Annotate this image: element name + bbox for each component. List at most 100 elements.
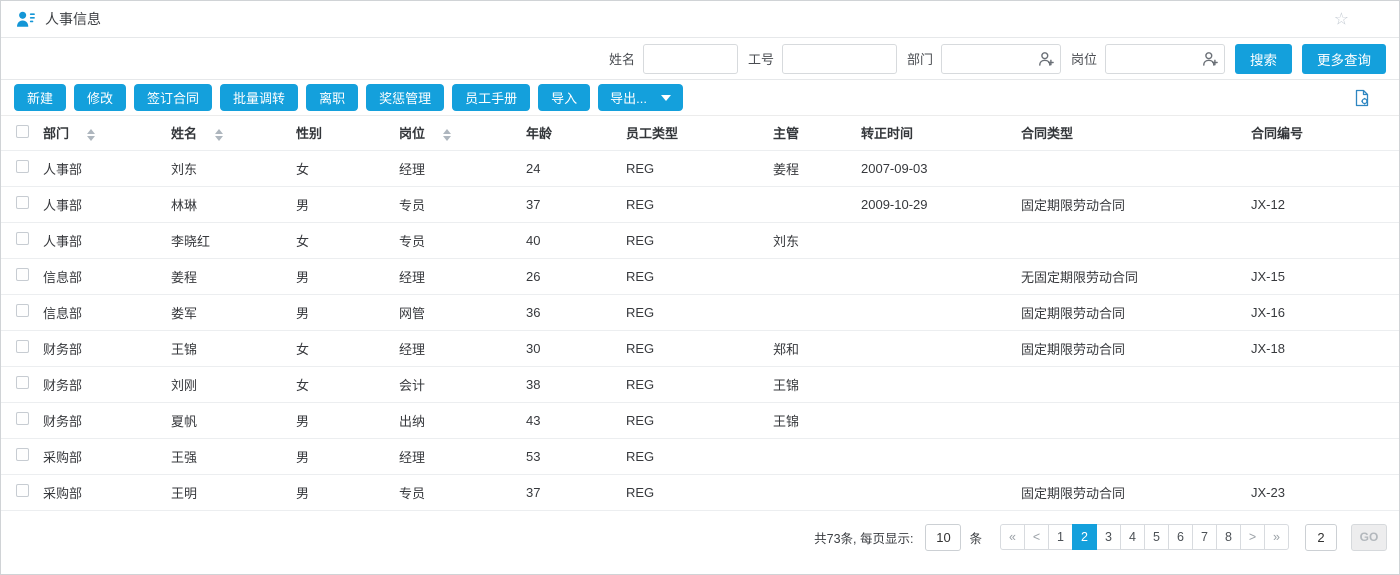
row-checkbox[interactable] xyxy=(16,304,29,317)
person-add-icon[interactable] xyxy=(1038,50,1055,67)
page-button-2[interactable]: 2 xyxy=(1072,524,1097,550)
cell-department: 人事部 xyxy=(43,222,171,258)
sort-icon[interactable] xyxy=(215,129,223,141)
cell-age: 26 xyxy=(526,258,626,294)
first-page-button[interactable]: « xyxy=(1000,524,1025,550)
row-select-cell xyxy=(1,366,43,402)
row-checkbox[interactable] xyxy=(16,484,29,497)
page-button-5[interactable]: 5 xyxy=(1144,524,1169,550)
column-settings-icon[interactable] xyxy=(1352,88,1386,108)
name-input[interactable] xyxy=(643,44,738,74)
cell-gender: 男 xyxy=(296,474,399,510)
col-header-age: 年龄 xyxy=(526,116,626,150)
cell-contract-type xyxy=(1021,438,1251,474)
cell-contract-type xyxy=(1021,150,1251,186)
page-size-input[interactable] xyxy=(925,524,961,551)
row-select-cell xyxy=(1,186,43,222)
row-checkbox[interactable] xyxy=(16,232,29,245)
row-checkbox[interactable] xyxy=(16,196,29,209)
cell-contract-number: JX-18 xyxy=(1251,330,1400,366)
person-add-icon[interactable] xyxy=(1202,50,1219,67)
row-checkbox[interactable] xyxy=(16,376,29,389)
col-header-name[interactable]: 姓名 xyxy=(171,116,296,150)
cell-age: 36 xyxy=(526,294,626,330)
page-button-7[interactable]: 7 xyxy=(1192,524,1217,550)
page-button-1[interactable]: 1 xyxy=(1048,524,1073,550)
cell-gender: 男 xyxy=(296,258,399,294)
row-checkbox[interactable] xyxy=(16,160,29,173)
table-row: 信息部姜程男经理26REG无固定期限劳动合同JX-15 xyxy=(1,258,1400,294)
chevron-down-icon xyxy=(661,95,671,101)
cell-name: 王强 xyxy=(171,438,296,474)
new-button[interactable]: 新建 xyxy=(14,84,66,111)
cell-contract-number xyxy=(1251,150,1400,186)
cell-position: 专员 xyxy=(399,186,526,222)
resign-button[interactable]: 离职 xyxy=(306,84,358,111)
action-toolbar: 新建修改签订合同批量调转离职奖惩管理员工手册导入 导出... xyxy=(1,80,1399,116)
row-checkbox[interactable] xyxy=(16,412,29,425)
cell-supervisor xyxy=(773,258,861,294)
col-header-department[interactable]: 部门 xyxy=(43,116,171,150)
cell-employee-type: REG xyxy=(626,474,773,510)
sort-icon[interactable] xyxy=(87,129,95,141)
cell-employee-type: REG xyxy=(626,402,773,438)
row-select-cell xyxy=(1,258,43,294)
table-row: 信息部娄军男网管36REG固定期限劳动合同JX-16 xyxy=(1,294,1400,330)
reward-punishment-button[interactable]: 奖惩管理 xyxy=(366,84,444,111)
row-checkbox[interactable] xyxy=(16,448,29,461)
page-button-4[interactable]: 4 xyxy=(1120,524,1145,550)
search-button[interactable]: 搜索 xyxy=(1235,44,1292,74)
row-checkbox[interactable] xyxy=(16,340,29,353)
col-label: 性别 xyxy=(296,126,322,141)
sort-icon[interactable] xyxy=(443,129,451,141)
col-header-position[interactable]: 岗位 xyxy=(399,116,526,150)
department-label: 部门 xyxy=(907,49,933,68)
go-button[interactable]: GO xyxy=(1351,524,1387,551)
sign-contract-button[interactable]: 签订合同 xyxy=(134,84,212,111)
page-button-6[interactable]: 6 xyxy=(1168,524,1193,550)
cell-name: 夏帆 xyxy=(171,402,296,438)
export-dropdown-button[interactable]: 导出... xyxy=(598,84,683,111)
cell-department: 采购部 xyxy=(43,438,171,474)
batch-transfer-button[interactable]: 批量调转 xyxy=(220,84,298,111)
cell-department: 采购部 xyxy=(43,474,171,510)
user-list-icon xyxy=(15,9,36,30)
cell-supervisor xyxy=(773,438,861,474)
table-row: 人事部刘东女经理24REG姜程2007-09-03 xyxy=(1,150,1400,186)
col-header-gender: 性别 xyxy=(296,116,399,150)
employee-handbook-button[interactable]: 员工手册 xyxy=(452,84,530,111)
cell-contract-type xyxy=(1021,366,1251,402)
cell-name: 刘刚 xyxy=(171,366,296,402)
employee-id-input[interactable] xyxy=(782,44,897,74)
cell-name: 王明 xyxy=(171,474,296,510)
cell-contract-number: JX-23 xyxy=(1251,474,1400,510)
cell-employee-type: REG xyxy=(626,222,773,258)
cell-department: 财务部 xyxy=(43,330,171,366)
cell-contract-type xyxy=(1021,222,1251,258)
edit-button[interactable]: 修改 xyxy=(74,84,126,111)
page-button-8[interactable]: 8 xyxy=(1216,524,1241,550)
import-button[interactable]: 导入 xyxy=(538,84,590,111)
cell-position: 出纳 xyxy=(399,402,526,438)
col-label: 转正时间 xyxy=(861,126,913,141)
col-label: 年龄 xyxy=(526,126,552,141)
last-page-button[interactable]: » xyxy=(1264,524,1289,550)
col-header-employee-type: 员工类型 xyxy=(626,116,773,150)
page-button-3[interactable]: 3 xyxy=(1096,524,1121,550)
row-select-cell xyxy=(1,438,43,474)
name-label: 姓名 xyxy=(609,49,635,68)
row-checkbox[interactable] xyxy=(16,268,29,281)
cell-employee-type: REG xyxy=(626,150,773,186)
prev-page-button[interactable]: < xyxy=(1024,524,1049,550)
goto-page-input[interactable] xyxy=(1305,524,1337,551)
select-all-checkbox[interactable] xyxy=(16,125,29,138)
favorite-star-icon[interactable]: ☆ xyxy=(1334,11,1349,28)
cell-confirmation-date xyxy=(861,366,1021,402)
cell-contract-type: 固定期限劳动合同 xyxy=(1021,474,1251,510)
more-query-button[interactable]: 更多查询 xyxy=(1302,44,1386,74)
next-page-button[interactable]: > xyxy=(1240,524,1265,550)
cell-gender: 女 xyxy=(296,366,399,402)
col-label: 合同编号 xyxy=(1251,126,1303,141)
cell-age: 37 xyxy=(526,186,626,222)
cell-employee-type: REG xyxy=(626,294,773,330)
